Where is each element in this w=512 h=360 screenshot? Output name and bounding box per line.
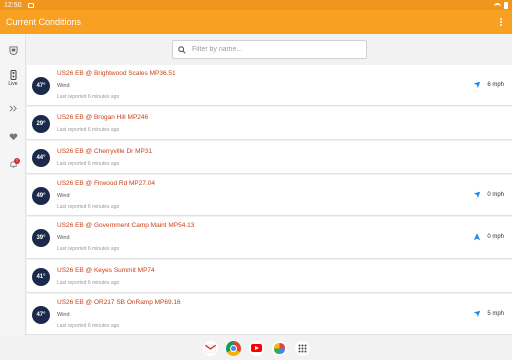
last-reported: Last reported 6 minutes ago [57,246,120,252]
wind-speed-value: 0 mph [487,192,504,198]
wind-label: Wind [57,83,70,89]
last-reported: Last reported 6 minutes ago [57,94,120,100]
station-name: US26 EB @ Keyes Summit MP74 [57,267,155,274]
navigation-rail: Live 7 [0,34,26,336]
chrome-icon[interactable] [225,340,241,356]
temperature-badge: 29° [32,115,50,133]
last-reported: Last reported 6 minutes ago [57,204,120,210]
alert-count-badge: 7 [14,158,20,164]
wind-speed-value: 0 mph [487,234,504,240]
station-name: US26 EB @ Brightwood Scales MP36.51 [57,70,176,77]
search-input[interactable] [192,46,352,53]
photos-icon[interactable] [271,340,287,356]
wind-speed-value: 6 mph [487,82,504,88]
station-name: US26 EB @ Government Camp Maint MP54.13 [57,222,195,229]
battery-icon [504,1,508,9]
list-item[interactable]: 47° US26 EB @ OR217 SB OnRamp MP69.16 Wi… [27,294,512,335]
temperature-badge: 39° [32,229,50,247]
list-item[interactable]: 47° US26 EB @ Brightwood Scales MP36.51 … [27,65,512,106]
station-name: US26 EB @ Firwood Rd MP27.04 [57,180,156,187]
temperature-badge: 49° [32,187,50,205]
app-drawer-icon[interactable] [294,340,310,356]
station-name: US26 EB @ Cherryville Dr MP31 [57,148,153,155]
wind-speed-value: 5 mph [487,311,504,317]
main-content: 47° US26 EB @ Brightwood Scales MP36.51 … [27,34,512,336]
temperature-badge: 47° [32,306,50,324]
list-item[interactable]: 41° US26 EB @ Keyes Summit MP74 Last rep… [27,260,512,293]
last-reported: Last reported 6 minutes ago [57,161,120,167]
wind-arrow-southwest-icon [474,310,481,318]
more-vert-icon[interactable] [496,18,506,26]
list-item[interactable]: 39° US26 EB @ Government Camp Maint MP54… [27,217,512,259]
app-bar: Current Conditions [0,10,512,34]
wind-label: Wind [57,235,70,241]
search-icon [178,45,186,54]
station-name: US26 EB @ Brogan Hill MP246 [57,114,149,121]
wind-speed: 5 mph [473,310,504,318]
wind-arrow-north-icon [474,233,481,241]
rail-item-alerts[interactable]: 7 [0,158,26,169]
rail-item-live[interactable]: Live [0,70,26,87]
wind-label: Wind [57,193,70,199]
wind-speed: 6 mph [473,81,504,89]
notification-icon [27,2,34,8]
youtube-icon[interactable] [248,340,264,356]
list-item[interactable]: 49° US26 EB @ Firwood Rd MP27.04 Wind La… [27,175,512,216]
shield-icon [8,46,18,55]
wind-label: Wind [57,312,70,318]
list-item[interactable]: 44° US26 EB @ Cherryville Dr MP31 Last r… [27,141,512,174]
wind-speed: 0 mph [473,191,504,199]
wind-speed: 0 mph [473,233,504,241]
temperature-badge: 47° [32,77,50,95]
last-reported: Last reported 6 minutes ago [57,280,120,286]
rail-item-cameras[interactable] [0,46,26,55]
status-bar: 12:50 [0,0,512,10]
last-reported: Last reported 6 minutes ago [57,127,120,133]
station-name: US26 EB @ OR217 SB OnRamp MP69.16 [57,299,181,306]
last-reported: Last reported 6 minutes ago [57,323,120,329]
rail-item-label: Live [8,81,18,87]
status-icons [494,1,508,9]
wind-arrow-southwest-icon [474,191,481,199]
temperature-badge: 44° [32,149,50,167]
search-box[interactable] [172,40,367,59]
list-item[interactable]: 29° US26 EB @ Brogan Hill MP246 Last rep… [27,107,512,140]
app-dock [0,336,512,360]
heart-icon [9,133,17,141]
wind-arrow-southwest-icon [474,81,481,89]
traffic-light-icon [10,70,16,80]
temperature-badge: 41° [32,268,50,286]
gmail-icon[interactable] [202,340,218,356]
road-icon [9,105,17,112]
rail-item-favorites[interactable] [0,132,26,141]
rail-item-roads[interactable] [0,104,26,113]
status-time: 12:50 [4,1,22,9]
page-title: Current Conditions [6,17,82,27]
wifi-icon [494,2,501,8]
